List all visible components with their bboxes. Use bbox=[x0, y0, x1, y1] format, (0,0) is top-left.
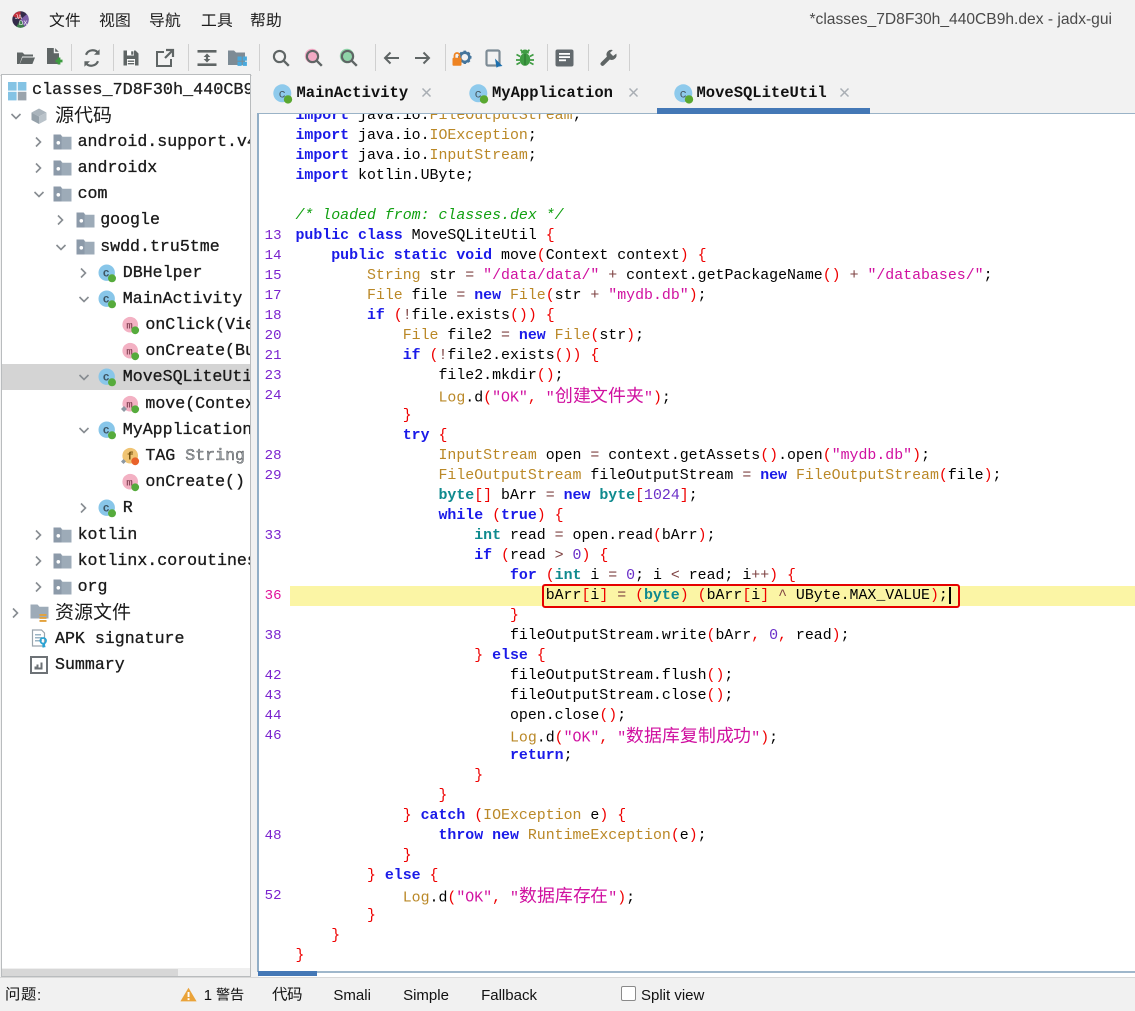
svg-text:DX: DX bbox=[19, 21, 27, 27]
